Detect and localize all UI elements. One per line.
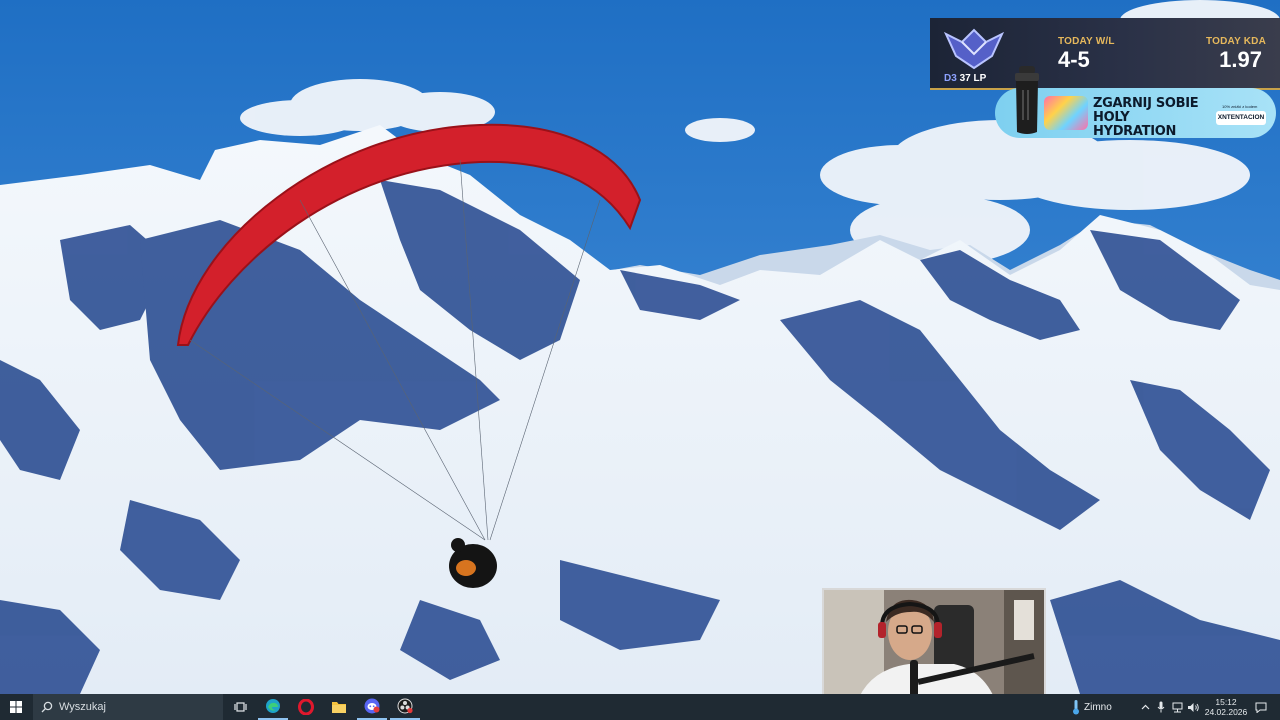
clock-time: 15:12 [1215,697,1237,707]
chevron-up-icon [1141,704,1149,710]
sponsor-product-art [1044,96,1088,130]
clock-date: 24.02.2026 [1204,707,1248,717]
tray-network[interactable] [1169,694,1185,720]
microphone-icon [1157,701,1165,713]
taskbar-app-discord[interactable] [357,694,387,720]
today-wl-label: TODAY W/L [1058,36,1115,47]
weather-label: Zimno [1084,701,1112,713]
shaker-bottle-icon [1015,66,1039,134]
taskbar-clock[interactable]: 15:12 24.02.2026 [1203,694,1249,720]
taskbar-app-file-explorer[interactable] [324,694,354,720]
today-wl-value: 4-5 [1058,47,1090,72]
show-hidden-icons-button[interactable] [1138,694,1152,720]
opera-icon [298,699,314,715]
taskbar-app-edge[interactable] [258,694,288,720]
task-view-icon [233,702,247,712]
rank-label: D3 37 LP [944,73,986,84]
volume-icon [1187,702,1199,712]
diamond-rank-emblem-icon [943,28,1005,70]
sponsor-code: XNTENTACION [1216,111,1266,125]
network-icon [1172,702,1182,712]
rank-lp: 37 LP [959,73,987,84]
weather-widget[interactable]: Zimno [1072,694,1132,720]
tray-microphone[interactable] [1154,694,1168,720]
edge-icon [266,699,280,713]
taskbar-app-opera[interactable] [291,694,321,720]
search-icon [41,701,53,713]
tray-volume[interactable] [1185,694,1201,720]
stream-stats-overlay: D3 37 LP TODAY W/L 4-5 TODAY KDA 1.97 [930,18,1280,90]
obs-icon [397,698,413,714]
notification-center-button[interactable] [1250,694,1272,720]
task-view-button[interactable] [228,694,252,720]
taskbar: Wyszukaj Zimno 15:12 24.02.2026 [0,694,1280,720]
search-placeholder: Wyszukaj [59,701,106,713]
sponsor-small-text: 10% zniżki z kodem [1222,104,1258,109]
folder-icon [332,702,346,713]
start-button[interactable] [0,694,32,720]
windows-logo-icon [10,701,22,713]
rank-tier: D3 [944,73,957,84]
today-kda-label: TODAY KDA [1206,36,1266,47]
sponsor-headline: ZGARNIJ SOBIE HOLY HYDRATION [1093,96,1199,139]
taskbar-app-obs[interactable] [390,694,420,720]
notification-icon [1255,702,1267,713]
thermometer-icon [1073,700,1079,715]
taskbar-search-box[interactable]: Wyszukaj [33,694,223,720]
discord-icon [364,698,380,714]
today-kda-value: 1.97 [1219,47,1262,72]
